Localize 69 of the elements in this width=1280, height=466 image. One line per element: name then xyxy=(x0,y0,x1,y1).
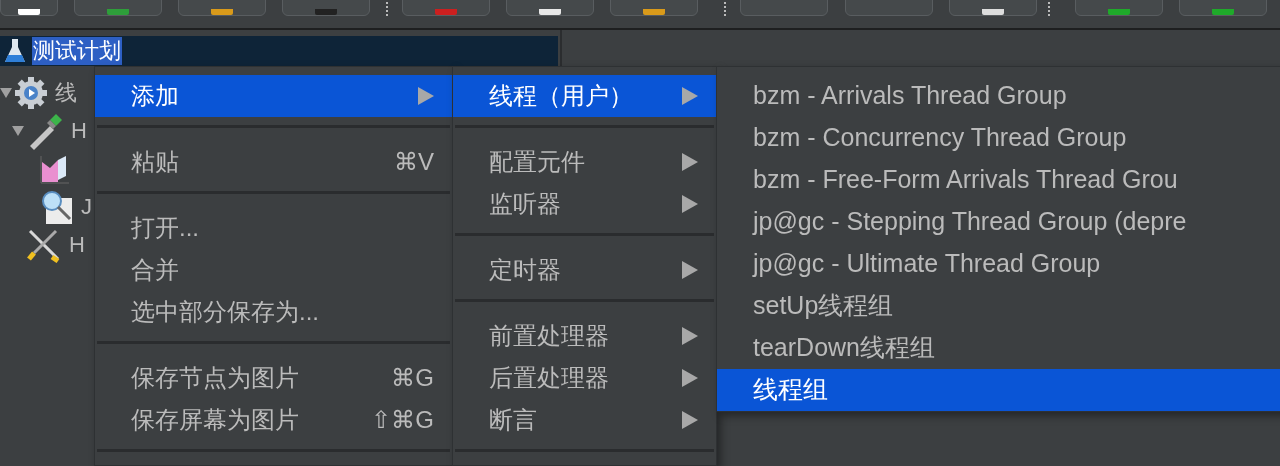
menu-item[interactable]: 前置处理器 xyxy=(453,315,716,357)
menu-item[interactable]: 保存节点为图片 ⌘G xyxy=(95,357,452,399)
toolbar-icon xyxy=(1108,9,1130,15)
menu-item[interactable]: bzm - Concurrency Thread Group xyxy=(717,117,1280,159)
menu-label: 后置处理器 xyxy=(489,363,610,393)
menu-label: setUp线程组 xyxy=(753,290,895,322)
menu-item[interactable]: 断言 xyxy=(453,399,716,441)
toolbar-icon xyxy=(435,9,457,15)
menu-label: 保存屏幕为图片 xyxy=(131,405,300,435)
menu-label: 前置处理器 xyxy=(489,321,610,351)
menu-item[interactable]: 添加 xyxy=(95,75,452,117)
toolbar-icon xyxy=(315,9,337,15)
menu-item[interactable]: 线程组 xyxy=(717,369,1280,411)
menu-label: 选中部分保存为... xyxy=(131,297,320,327)
shortcut-label: ⌘G xyxy=(391,363,434,393)
menu-item[interactable]: 后置处理器 xyxy=(453,357,716,399)
menu-label: 合并 xyxy=(131,255,180,285)
chart-icon xyxy=(40,154,70,184)
menu-item[interactable]: jp@gc - Stepping Thread Group (depre xyxy=(717,201,1280,243)
toggle-icon[interactable] xyxy=(12,125,24,137)
menu-item[interactable]: 保存屏幕为图片 ⇧⌘G xyxy=(95,399,452,441)
menu-label: bzm - Concurrency Thread Group xyxy=(753,122,1128,154)
menu-label: 粘贴 xyxy=(131,147,180,177)
menu-item[interactable]: 打开... xyxy=(95,207,452,249)
tree-item[interactable]: J xyxy=(80,193,93,221)
shortcut-label: ⇧⌘G xyxy=(371,405,434,435)
menu-label: 打开... xyxy=(131,213,200,243)
menu-label: 保存节点为图片 xyxy=(131,363,300,393)
toolbar-icon xyxy=(18,9,40,15)
toggle-icon[interactable] xyxy=(0,87,12,99)
menu-label: 定时器 xyxy=(489,255,562,285)
menu-label: 配置元件 xyxy=(489,147,586,177)
tools-icon xyxy=(26,227,62,263)
toolbar-icon xyxy=(539,9,561,15)
toolbar-icon xyxy=(211,9,233,15)
menu-item[interactable]: 选中部分保存为... xyxy=(95,291,452,333)
flask-icon xyxy=(4,38,26,64)
menu-item[interactable]: 监听器 xyxy=(453,183,716,225)
menu-item[interactable]: 合并 xyxy=(95,249,452,291)
menu-label: 线程组 xyxy=(753,374,829,406)
menu-label: 添加 xyxy=(131,81,180,111)
menu-item[interactable]: setUp线程组 xyxy=(717,285,1280,327)
menu-item[interactable]: bzm - Arrivals Thread Group xyxy=(717,75,1280,117)
menu-label: 断言 xyxy=(489,405,538,435)
shortcut-label: ⌘V xyxy=(394,147,434,177)
tree-item[interactable]: H xyxy=(68,231,86,259)
menu-item[interactable]: bzm - Free-Form Arrivals Thread Grou xyxy=(717,159,1280,201)
menu-label: jp@gc - Stepping Thread Group (depre xyxy=(753,206,1188,238)
toolbar-icon xyxy=(107,9,129,15)
toolbar-icon xyxy=(1212,9,1234,15)
menu-item[interactable]: jp@gc - Ultimate Thread Group xyxy=(717,243,1280,285)
toolbar-icon xyxy=(643,9,665,15)
gear-icon xyxy=(14,76,48,110)
toolbar-icon xyxy=(982,9,1004,15)
menu-label: bzm - Free-Form Arrivals Thread Grou xyxy=(753,164,1179,196)
menu-label: 线程（用户） xyxy=(489,81,634,111)
tree-item[interactable]: 测试计划 xyxy=(32,37,122,65)
menu-item[interactable]: tearDown线程组 xyxy=(717,327,1280,369)
menu-label: jp@gc - Ultimate Thread Group xyxy=(753,248,1102,280)
menu-item[interactable]: 线程（用户） xyxy=(453,75,716,117)
menu-label: bzm - Arrivals Thread Group xyxy=(753,80,1068,112)
tree-item[interactable]: 线 xyxy=(54,79,78,107)
menu-label: 监听器 xyxy=(489,189,562,219)
magnifier-icon xyxy=(40,190,74,224)
menu-item[interactable]: 粘贴 ⌘V xyxy=(95,141,452,183)
tree-item[interactable]: H xyxy=(70,117,88,145)
menu-item[interactable]: 配置元件 xyxy=(453,141,716,183)
menu-label: tearDown线程组 xyxy=(753,332,936,364)
menu-item[interactable]: 定时器 xyxy=(453,249,716,291)
